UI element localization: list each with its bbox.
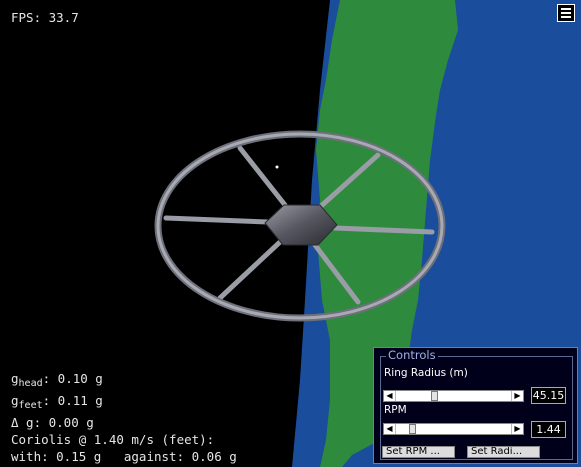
ring-radius-thumb[interactable] (431, 391, 438, 401)
fps-counter: FPS: 33.7 (11, 10, 79, 25)
controls-legend: Controls (386, 348, 438, 362)
slider-right-arrow-icon[interactable]: ▶ (511, 424, 523, 434)
slider-right-arrow-icon[interactable]: ▶ (511, 391, 523, 401)
ring-radius-label: Ring Radius (m) (384, 367, 468, 379)
star-dot (275, 165, 279, 169)
with-against-readout: with: 0.15 g against: 0.06 g (11, 449, 237, 464)
slider-left-arrow-icon[interactable]: ◀ (384, 391, 396, 401)
rpm-value[interactable]: 1.44 (531, 421, 566, 438)
set-rpm-button[interactable]: Set RPM ... (382, 446, 455, 458)
set-radius-button[interactable]: Set Radi... (467, 446, 540, 458)
delta-g-readout: Δ g: 0.00 g (11, 415, 94, 430)
ring-radius-value[interactable]: 45.15 (531, 387, 566, 404)
rpm-thumb[interactable] (409, 424, 416, 434)
controls-panel: Controls Ring Radius (m) ◀ ▶ 45.15 RPM ◀… (373, 347, 578, 464)
hamburger-icon (561, 8, 571, 18)
rpm-label: RPM (384, 404, 407, 416)
ring-radius-slider[interactable]: ◀ ▶ (383, 390, 524, 402)
menu-button[interactable] (557, 4, 575, 22)
slider-left-arrow-icon[interactable]: ◀ (384, 424, 396, 434)
rpm-slider[interactable]: ◀ ▶ (383, 423, 524, 435)
g-feet-readout: gfeet: 0.11 g (11, 393, 103, 411)
gravity-stats-panel: ghead: 0.10 g gfeet: 0.11 g Δ g: 0.00 g … (11, 370, 237, 465)
g-head-readout: ghead: 0.10 g (11, 371, 103, 389)
coriolis-readout: Coriolis @ 1.40 m/s (feet): (11, 432, 215, 447)
